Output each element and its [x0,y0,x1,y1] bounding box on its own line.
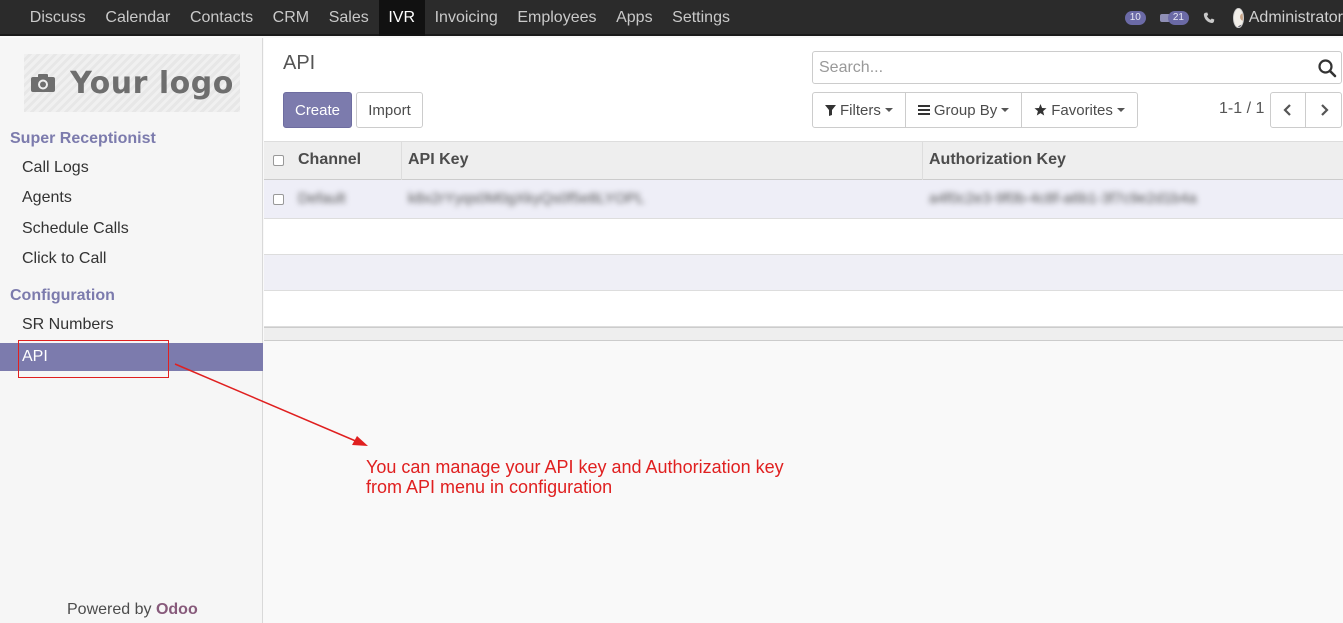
menu-apps[interactable]: Apps [606,0,662,36]
search-options: Filters Group By Favorites [812,92,1138,128]
cell-authorization-key: a4f0c2e3-9f0b-4c8f-a6b1-3f7c9e2d1b4a [929,190,1197,207]
cell-api-key: k8x2rYyqs0M0gXkyQs0f5e8LYOPL [408,190,645,207]
search-input[interactable] [813,52,1308,83]
avatar [1233,8,1244,28]
logo-text: Your logo [70,65,234,101]
filters-label: Filters [840,101,881,119]
search-icon[interactable] [1317,58,1337,78]
user-menu[interactable]: Administrator [1233,8,1343,28]
pager-buttons [1270,92,1342,128]
filter-icon [825,104,836,116]
column-header-api-key[interactable]: API Key [402,142,923,180]
column-header-authorization-key[interactable]: Authorization Key [923,142,1343,180]
phone-icon[interactable] [1203,0,1233,36]
sidebar-item-schedule-calls[interactable]: Schedule Calls [0,215,263,243]
column-header-channel[interactable]: Channel [292,142,402,180]
odoo-link[interactable]: Odoo [156,601,198,618]
pager-next-button[interactable] [1306,92,1342,128]
row-checkbox[interactable] [273,194,284,205]
caret-down-icon [884,108,893,112]
camera-icon [31,74,56,92]
menu-employees[interactable]: Employees [508,0,607,36]
cell-channel: Default [298,190,346,207]
section-title-super-receptionist: Super Receptionist [10,130,156,147]
sidebar: Your logo Super Receptionist Call Logs A… [0,38,263,623]
company-logo[interactable]: Your logo [24,54,240,112]
search-bar [812,51,1342,84]
menu-contacts[interactable]: Contacts [180,0,263,36]
create-button[interactable]: Create [283,92,352,128]
table-row[interactable]: Default k8x2rYyqs0M0gXkyQs0f5e8LYOPL a4f… [264,180,1343,219]
empty-row [264,291,1343,327]
favorites-label: Favorites [1051,101,1113,119]
top-navbar: Discuss Calendar Contacts CRM Sales IVR … [0,0,1343,36]
message-count-badge: 21 [1167,11,1189,25]
menu-settings[interactable]: Settings [662,0,739,36]
menu-calendar[interactable]: Calendar [96,0,181,36]
main-menu: Discuss Calendar Contacts CRM Sales IVR … [20,0,740,36]
group-by-dropdown[interactable]: Group By [906,93,1023,127]
page-title: API [283,52,316,74]
select-all-checkbox[interactable] [273,155,284,166]
chevron-right-icon [1320,104,1329,116]
pager-previous-button[interactable] [1270,92,1306,128]
messages-button[interactable]: 21 [1159,0,1189,36]
caret-down-icon [1001,108,1010,112]
filters-dropdown[interactable]: Filters [813,93,906,127]
systray: 10 21 Administrator [1124,0,1343,36]
annotation-highlight-box [18,340,169,378]
sidebar-item-agents[interactable]: Agents [0,184,263,212]
star-icon [1034,104,1047,116]
sidebar-item-call-logs[interactable]: Call Logs [0,154,263,182]
section-title-configuration: Configuration [10,287,115,304]
menu-sales[interactable]: Sales [319,0,379,36]
control-panel: API Create Import Filters Group By Favor… [264,38,1343,141]
empty-row [264,255,1343,291]
table-header: Channel API Key Authorization Key [264,141,1343,180]
menu-discuss[interactable]: Discuss [20,0,96,36]
bars-icon [917,105,930,115]
import-button[interactable]: Import [356,92,423,128]
table-footer [264,327,1343,341]
menu-crm[interactable]: CRM [263,0,319,36]
main-content: API Create Import Filters Group By Favor… [264,38,1343,623]
annotation-text: You can manage your API key and Authoriz… [366,457,866,497]
favorites-dropdown[interactable]: Favorites [1022,93,1137,127]
annotation-line-2: from API menu in configuration [366,477,613,497]
menu-ivr[interactable]: IVR [378,0,425,36]
menu-invoicing[interactable]: Invoicing [425,0,508,36]
powered-by: Powered by Odoo [67,601,198,619]
chevron-left-icon [1283,104,1291,116]
user-name: Administrator [1248,9,1343,26]
activity-count-badge: 10 [1124,11,1146,25]
sidebar-item-click-to-call[interactable]: Click to Call [0,245,263,273]
caret-down-icon [1116,108,1125,112]
empty-row [264,219,1343,255]
sidebar-item-sr-numbers[interactable]: SR Numbers [0,311,263,339]
annotation-line-1: You can manage your API key and Authoriz… [366,457,784,477]
list-view: Channel API Key Authorization Key Defaul… [264,141,1343,341]
group-by-label: Group By [933,101,998,119]
activity-button[interactable]: 10 [1124,0,1146,36]
powered-by-label: Powered by [67,601,152,618]
pager-value[interactable]: 1-1 / 1 [1219,100,1264,118]
